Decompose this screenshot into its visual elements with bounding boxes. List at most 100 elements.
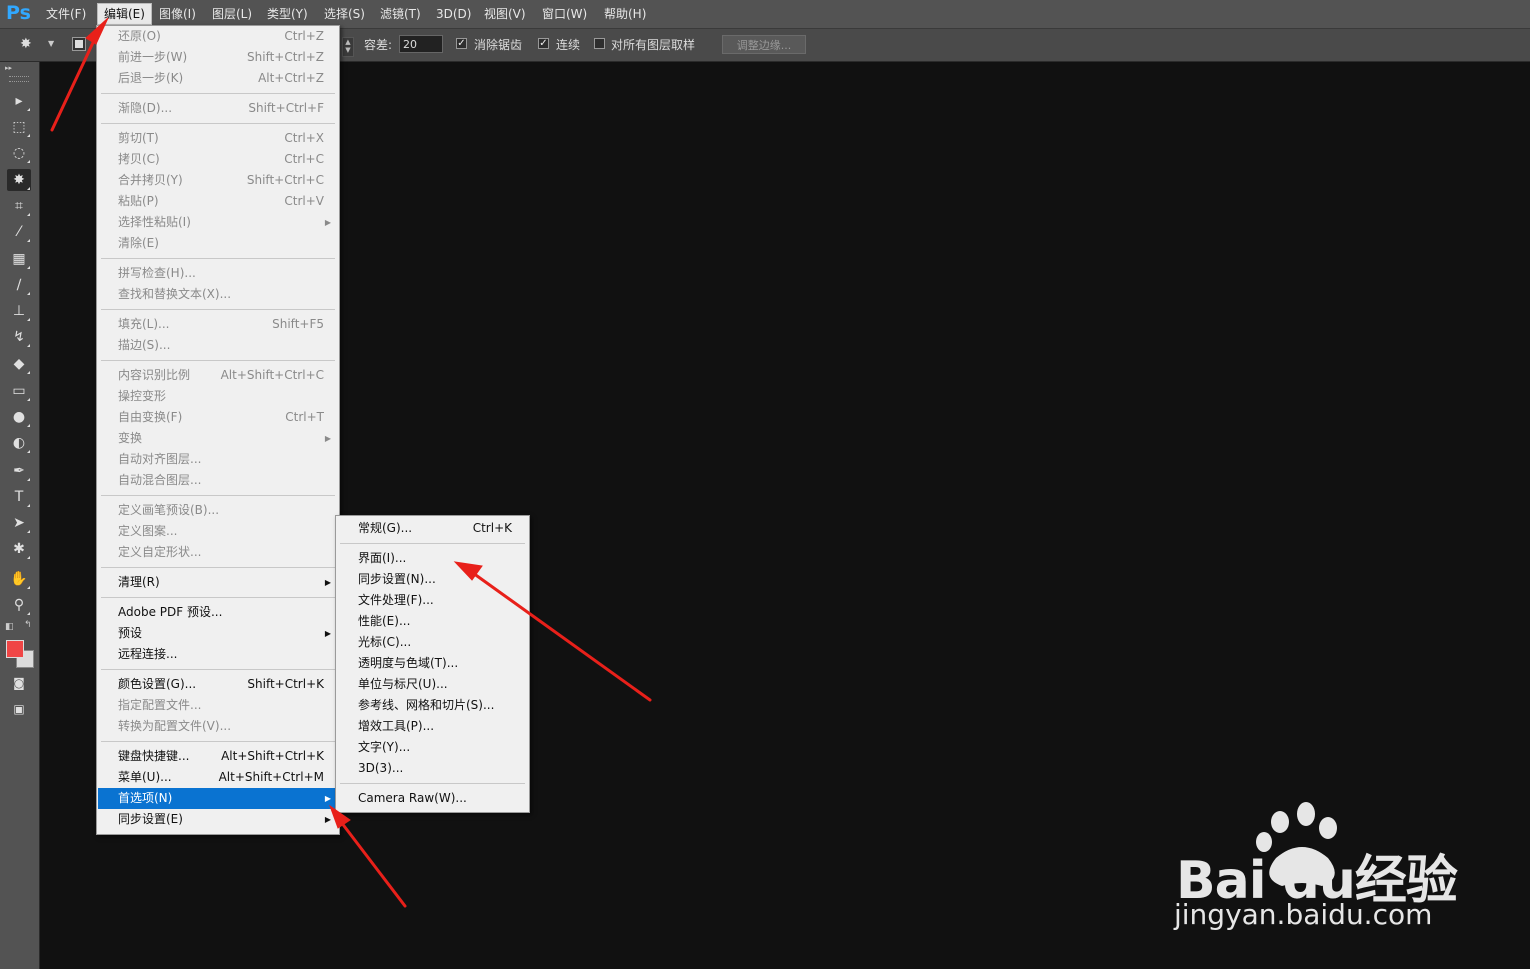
edit-menu-item: 前进一步(W) Shift+Ctrl+Z xyxy=(98,47,338,68)
panel-grip[interactable] xyxy=(9,76,29,82)
edit-menu-item[interactable]: 预设 ▶ xyxy=(98,623,338,644)
menu-item-3[interactable]: 图层(L) xyxy=(206,4,258,24)
collapse-panel-icon[interactable]: ▸▸ xyxy=(5,64,12,72)
edit-menu-item: 拷贝(C) Ctrl+C xyxy=(98,149,338,170)
edit-menu-item[interactable]: 菜单(U)... Alt+Shift+Ctrl+M xyxy=(98,767,338,788)
blur-icon[interactable]: ● xyxy=(7,406,31,428)
submenu-arrow-icon: ▶ xyxy=(324,434,331,443)
preferences-menu-item[interactable]: 透明度与色域(T)... xyxy=(337,653,528,674)
hand-icon[interactable]: ✋ xyxy=(7,568,31,590)
magic-wand-icon[interactable]: ✸ xyxy=(7,169,31,191)
menu-item-5[interactable]: 选择(S) xyxy=(318,4,371,24)
clone-stamp-icon[interactable]: ⊥ xyxy=(7,300,31,322)
menu-item-7[interactable]: 3D(D) xyxy=(430,4,477,24)
screen-mode-icon[interactable]: ▣ xyxy=(7,698,31,720)
preferences-menu-item[interactable]: 性能(E)... xyxy=(337,611,528,632)
menu-item-0[interactable]: 文件(F) xyxy=(40,4,92,24)
menu-item-label: 拷贝(C) xyxy=(118,152,160,166)
healing-brush-icon[interactable]: ▦ xyxy=(7,248,31,270)
eraser-icon[interactable]: ◆ xyxy=(7,353,31,375)
tool-group-corner xyxy=(27,318,30,321)
refine-edge-button[interactable]: 调整边缘... xyxy=(722,35,806,54)
default-colors-icon[interactable]: ◧ xyxy=(5,622,14,632)
edit-menu-item[interactable]: 首选项(N) ▶ xyxy=(98,788,338,809)
tool-group-corner xyxy=(27,187,30,190)
menu-item-shortcut: Shift+Ctrl+Z xyxy=(247,50,324,64)
dodge-icon[interactable]: ◐ xyxy=(7,432,31,454)
new-selection-mode-button[interactable] xyxy=(72,37,86,51)
menu-item-label: 选择性粘贴(I) xyxy=(118,215,191,229)
annotation-arrow-preferences xyxy=(336,816,407,908)
menu-item-6[interactable]: 滤镜(T) xyxy=(374,4,427,24)
menu-separator xyxy=(101,669,335,670)
preferences-menu-item[interactable]: Camera Raw(W)... xyxy=(337,788,528,809)
gradient-icon[interactable]: ▭ xyxy=(7,380,31,402)
menu-item-label: 指定配置文件... xyxy=(118,698,202,712)
pen-icon[interactable]: ✒ xyxy=(7,460,31,482)
brush-icon[interactable]: ∕ xyxy=(7,274,31,296)
menu-item-label: Camera Raw(W)... xyxy=(358,791,467,805)
menu-item-10[interactable]: 帮助(H) xyxy=(598,4,652,24)
foreground-color-swatch[interactable] xyxy=(6,640,24,658)
menu-item-label: 同步设置(E) xyxy=(118,812,183,826)
menu-item-label: 变换 xyxy=(118,431,143,445)
edit-menu-item[interactable]: 远程连接... xyxy=(98,644,338,665)
menu-item-shortcut: Ctrl+K xyxy=(472,521,512,535)
tool-preset-picker[interactable]: ✸ ▼ xyxy=(20,36,54,54)
menu-item-label: 光标(C)... xyxy=(358,635,412,649)
eyedropper-icon[interactable]: ⁄ xyxy=(7,221,31,243)
zoom-icon[interactable]: ⚲ xyxy=(7,594,31,616)
menu-item-label: 还原(O) xyxy=(118,29,161,43)
preferences-menu-item[interactable]: 界面(I)... xyxy=(337,548,528,569)
contiguous-checkbox[interactable]: ✓ xyxy=(538,38,549,49)
menu-item-label: 渐隐(D)... xyxy=(118,101,173,115)
quick-mask-icon[interactable]: ◙ xyxy=(7,672,31,694)
edit-menu-item[interactable]: 同步设置(E) ▶ xyxy=(98,809,338,830)
menu-item-shortcut: Ctrl+Z xyxy=(284,29,324,43)
marquee-icon[interactable]: ⬚ xyxy=(7,116,31,138)
edit-menu-item[interactable]: 颜色设置(G)... Shift+Ctrl+K xyxy=(98,674,338,695)
shape-icon[interactable]: ✱ xyxy=(7,538,31,560)
preferences-menu-item[interactable]: 3D(3)... xyxy=(337,758,528,779)
swap-colors-icon[interactable]: ↰ xyxy=(24,620,32,630)
tool-group-corner xyxy=(27,450,30,453)
menu-item-2[interactable]: 图像(I) xyxy=(153,4,202,24)
menu-item-label: 透明度与色域(T)... xyxy=(358,656,459,670)
edit-menu-item[interactable]: 清理(R) ▶ xyxy=(98,572,338,593)
spinner-icon[interactable]: ▲ ▼ xyxy=(342,37,354,57)
edit-menu-item: 查找和替换文本(X)... xyxy=(98,284,338,305)
preferences-menu-item[interactable]: 常规(G)... Ctrl+K xyxy=(337,518,528,539)
menu-item-4[interactable]: 类型(Y) xyxy=(261,4,314,24)
submenu-arrow-icon: ▶ xyxy=(324,578,331,587)
edit-menu-item[interactable]: Adobe PDF 预设... xyxy=(98,602,338,623)
preferences-menu-item[interactable]: 文件处理(F)... xyxy=(337,590,528,611)
menu-item-8[interactable]: 视图(V) xyxy=(478,4,532,24)
antialias-checkbox[interactable]: ✓ xyxy=(456,38,467,49)
history-brush-icon[interactable]: ↯ xyxy=(7,326,31,348)
path-selection-icon[interactable]: ➤ xyxy=(7,512,31,534)
preferences-menu-item[interactable]: 同步设置(N)... xyxy=(337,569,528,590)
submenu-arrow-icon: ▶ xyxy=(324,815,331,824)
edit-menu-item: 还原(O) Ctrl+Z xyxy=(98,26,338,47)
type-icon[interactable]: T xyxy=(7,486,31,508)
crop-icon[interactable]: ⌗ xyxy=(7,195,31,217)
menu-item-shortcut: Alt+Shift+Ctrl+M xyxy=(218,770,324,784)
tolerance-input[interactable]: 20 xyxy=(399,35,443,53)
menu-item-label: 界面(I)... xyxy=(358,551,407,565)
menu-item-shortcut: Ctrl+V xyxy=(284,194,324,208)
move-icon[interactable]: ▸ xyxy=(7,90,31,112)
preferences-menu-item[interactable]: 参考线、网格和切片(S)... xyxy=(337,695,528,716)
menu-item-shortcut: Shift+Ctrl+C xyxy=(246,173,324,187)
menu-item-1[interactable]: 编辑(E) xyxy=(97,3,152,25)
menu-item-9[interactable]: 窗口(W) xyxy=(536,4,593,24)
menu-item-label: 单位与标尺(U)... xyxy=(358,677,448,691)
preferences-menu-item[interactable]: 增效工具(P)... xyxy=(337,716,528,737)
preferences-menu-item[interactable]: 单位与标尺(U)... xyxy=(337,674,528,695)
sample-all-layers-checkbox[interactable] xyxy=(594,38,605,49)
lasso-icon[interactable]: ◌ xyxy=(7,142,31,164)
edit-menu-item[interactable]: 键盘快捷键... Alt+Shift+Ctrl+K xyxy=(98,746,338,767)
menu-item-label: 清除(E) xyxy=(118,236,159,250)
preferences-menu-item[interactable]: 文字(Y)... xyxy=(337,737,528,758)
tool-group-corner xyxy=(27,424,30,427)
preferences-menu-item[interactable]: 光标(C)... xyxy=(337,632,528,653)
